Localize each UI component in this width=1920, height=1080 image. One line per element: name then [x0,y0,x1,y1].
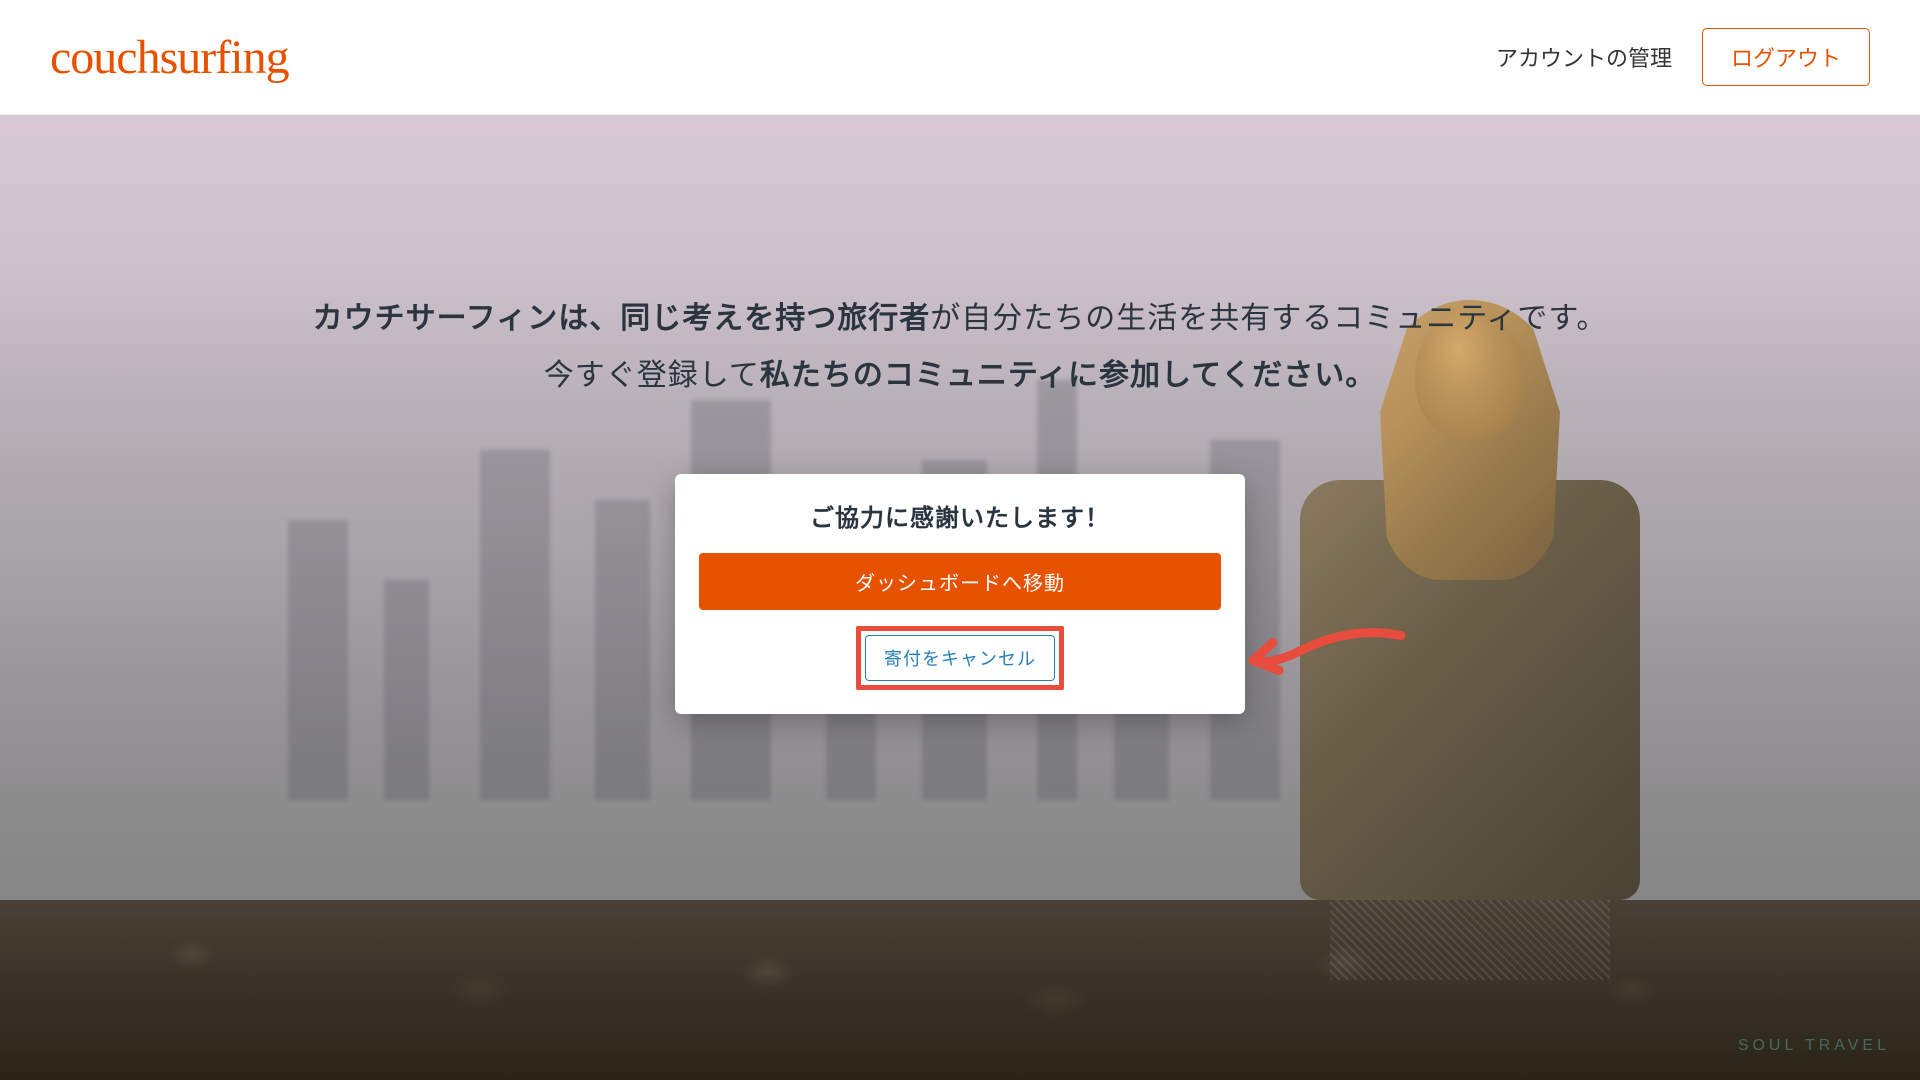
hero-text-bold2: 私たちのコミュニティに参加してください。 [760,359,1376,392]
hero-tagline-line2: 今すぐ登録して私たちのコミュニティに参加してください。 [0,347,1920,404]
hero-section: カウチサーフィンは、同じ考えを持つ旅行者が自分たちの生活を共有するコミュニティで… [0,115,1920,1080]
cancel-button-container: 寄付をキャンセル [699,626,1221,690]
cancel-donation-button[interactable]: 寄付をキャンセル [865,635,1055,681]
header-nav: アカウントの管理 ログアウト [1496,28,1870,86]
logout-button[interactable]: ログアウト [1702,28,1870,86]
hero-tagline-line1: カウチサーフィンは、同じ考えを持つ旅行者が自分たちの生活を共有するコミュニティで… [0,290,1920,347]
thank-you-modal: ご協力に感謝いたします！ ダッシュボードへ移動 寄付をキャンセル [675,474,1245,714]
hero-content: カウチサーフィンは、同じ考えを持つ旅行者が自分たちの生活を共有するコミュニティで… [0,115,1920,714]
go-to-dashboard-button[interactable]: ダッシュボードへ移動 [699,553,1221,610]
hero-text-pre: 今すぐ登録して [544,359,760,392]
annotation-arrow-icon [1241,621,1411,696]
modal-title: ご協力に感謝いたします！ [699,498,1221,533]
site-header: couchsurfing アカウントの管理 ログアウト [0,0,1920,115]
hero-text-bold: カウチサーフィンは、同じ考えを持つ旅行者 [313,302,931,335]
annotation-highlight-box: 寄付をキャンセル [856,626,1064,690]
account-management-link[interactable]: アカウントの管理 [1496,41,1672,73]
watermark-text: SOUL TRAVEL [1738,1037,1890,1055]
hero-text-rest: が自分たちの生活を共有するコミュニティです。 [930,302,1607,335]
brand-logo[interactable]: couchsurfing [50,30,289,85]
